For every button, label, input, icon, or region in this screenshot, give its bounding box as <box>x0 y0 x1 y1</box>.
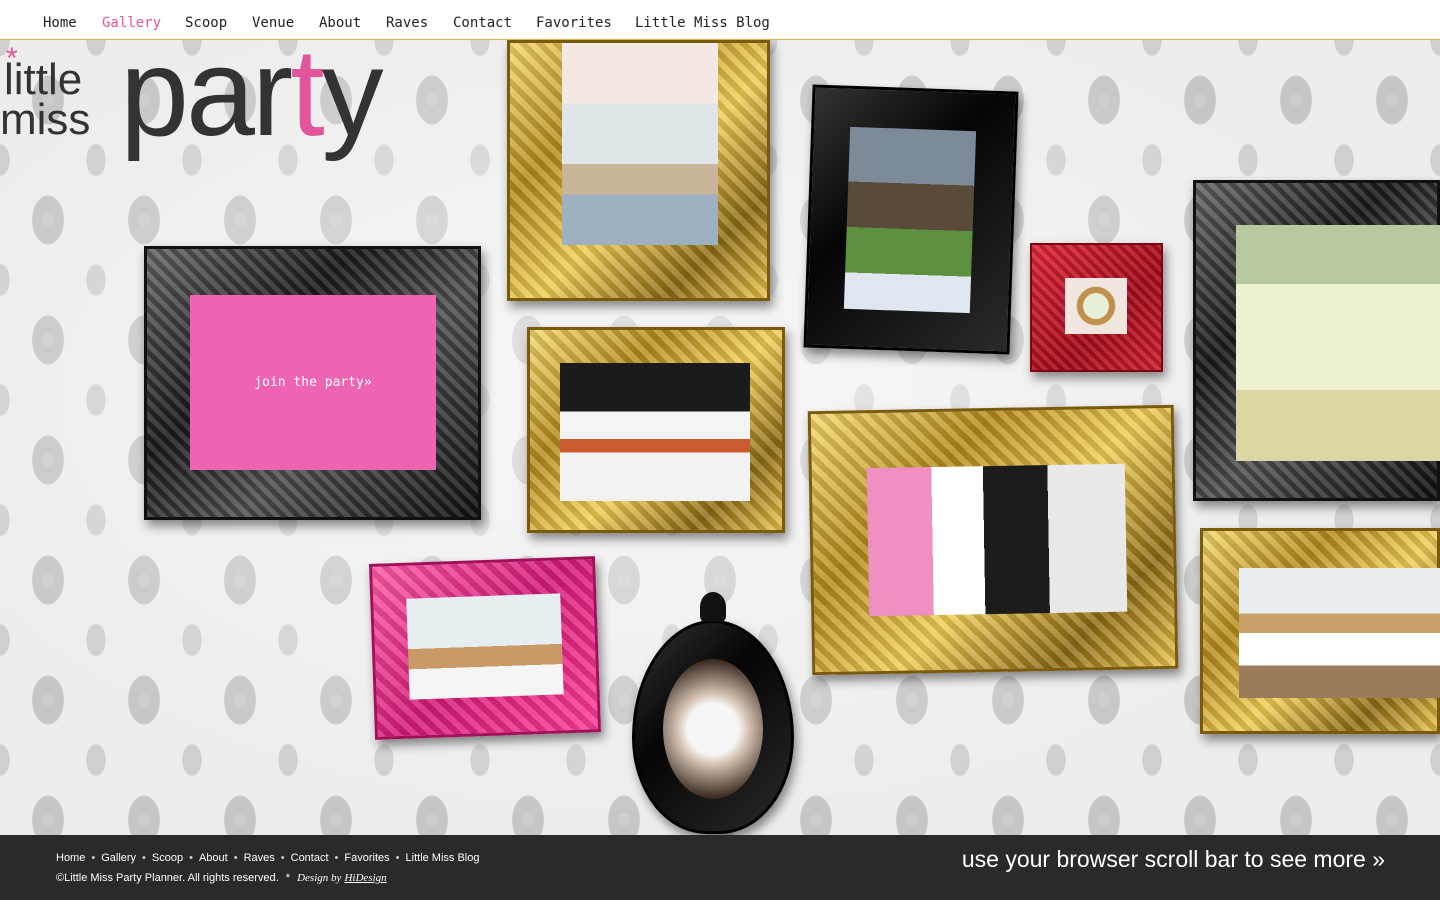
nav-gallery[interactable]: Gallery <box>102 15 161 31</box>
frame-dessert-table[interactable] <box>527 327 785 533</box>
photo-cookies <box>1065 278 1127 334</box>
nav-scoop[interactable]: Scoop <box>185 15 227 31</box>
footer-separator: • <box>280 852 285 864</box>
photo-sweets-display <box>1239 568 1440 698</box>
copyright-text: ©Little Miss Party Planner. All rights r… <box>56 872 279 884</box>
frame-party-banner[interactable] <box>507 40 770 301</box>
nav-raves[interactable]: Raves <box>386 15 428 31</box>
photo-love-birds <box>406 593 564 700</box>
nav-venue[interactable]: Venue <box>252 15 294 31</box>
logo-party-pink: t <box>290 24 324 162</box>
nav-contact[interactable]: Contact <box>453 15 512 31</box>
oval-frame-crest <box>700 592 726 622</box>
frame-love-birds[interactable] <box>368 556 602 740</box>
hidesign-link[interactable]: HiDesign <box>344 872 386 884</box>
top-nav: Home Gallery Scoop Venue About Raves Con… <box>0 0 1440 40</box>
footer-link-favorites[interactable]: Favorites <box>344 852 389 864</box>
logo-party: party <box>120 28 384 158</box>
footer-link-raves[interactable]: Raves <box>244 852 275 864</box>
frame-lemonade-jars[interactable] <box>1193 180 1440 501</box>
footer-link-home[interactable]: Home <box>56 852 85 864</box>
footer-separator: • <box>189 852 193 864</box>
logo-miss: miss <box>0 95 91 144</box>
scroll-hint: use your browser scroll bar to see more … <box>961 846 1385 872</box>
logo-party-end: y <box>321 24 384 162</box>
join-the-party-button[interactable]: join the party» <box>190 295 436 470</box>
frame-sweets-display[interactable] <box>1200 528 1440 734</box>
footer-separator: • <box>395 852 400 864</box>
footer-link-contact[interactable]: Contact <box>291 852 329 864</box>
footer-links: Home • Gallery • Scoop • About • Raves • Contact • F… <box>56 852 480 864</box>
photo-lemonade-jars <box>1236 225 1440 461</box>
copyright: ©Little Miss Party Planner. All rights r… <box>56 872 387 884</box>
footer-separator: • <box>142 852 146 864</box>
frame-cookies[interactable] <box>1030 243 1163 372</box>
nav-home[interactable]: Home <box>43 15 77 31</box>
logo-party-start: par <box>120 24 293 162</box>
footer-link-about[interactable]: About <box>199 852 228 864</box>
frame-lemonade-stand[interactable] <box>803 84 1019 355</box>
footer-separator: • <box>334 852 339 864</box>
photo-party-banner <box>562 43 718 245</box>
photo-lemonade-stand <box>843 126 977 314</box>
nav-about[interactable]: About <box>319 15 361 31</box>
footer-link-gallery[interactable]: Gallery <box>101 852 136 864</box>
frame-candy-buffet[interactable] <box>807 404 1179 676</box>
site-logo[interactable]: * little miss party <box>0 28 440 190</box>
photo-candy-buffet <box>866 463 1128 617</box>
footer-link-little-miss-blog[interactable]: Little Miss Blog <box>406 852 480 864</box>
nav-little-miss-blog[interactable]: Little Miss Blog <box>635 15 770 31</box>
footer-separator: • <box>233 852 238 864</box>
footer-link-scoop[interactable]: Scoop <box>152 852 183 864</box>
photo-dessert-table <box>560 363 750 501</box>
photo-cupcakes <box>663 659 763 799</box>
design-credit-label: Design by <box>297 872 342 884</box>
nav-favorites[interactable]: Favorites <box>536 15 612 31</box>
copyright-star: * <box>285 872 291 884</box>
footer-separator: • <box>91 852 96 864</box>
